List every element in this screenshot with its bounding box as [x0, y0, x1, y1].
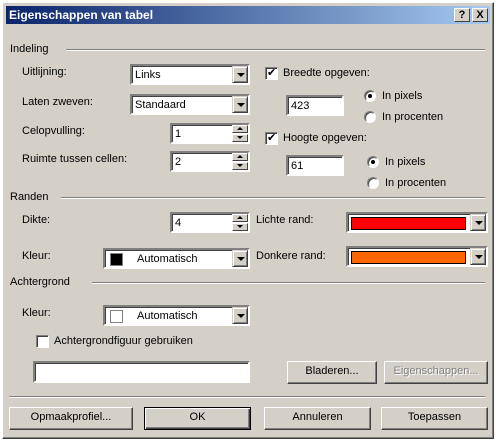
window-title: Eigenschappen van tabel [9, 8, 154, 22]
chevron-down-icon[interactable] [232, 250, 248, 267]
help-button[interactable]: ? [454, 8, 470, 22]
height-checkbox-label: Hoogte opgeven: [283, 132, 367, 144]
divider [9, 396, 485, 398]
divider [92, 282, 485, 284]
border-color-select[interactable]: Automatisch [103, 248, 250, 269]
height-pixels-label: In pixels [385, 156, 426, 168]
thickness-label: Dikte: [22, 214, 51, 226]
width-checkbox-label: Breedte opgeven: [283, 67, 370, 79]
width-percent-label: In procenten [382, 111, 444, 123]
color-swatch-icon [110, 310, 123, 323]
cell-spacing-spinner[interactable]: 2 [170, 151, 250, 172]
width-input[interactable]: 423 [286, 95, 344, 116]
thickness-spinner[interactable]: 4 [170, 212, 250, 233]
border-color-label: Kleur: [22, 250, 51, 262]
style-button[interactable]: Opmaakprofiel... [9, 407, 133, 430]
apply-button[interactable]: Toepassen [381, 407, 488, 430]
spinner-arrows-icon[interactable] [232, 214, 248, 231]
image-properties-button[interactable]: Eigenschappen... [384, 361, 488, 384]
width-checkbox[interactable] [265, 66, 278, 80]
light-border-swatch [351, 217, 466, 230]
width-percent-radio[interactable] [364, 111, 376, 123]
group-title-achtergrond: Achtergrond [10, 276, 70, 288]
background-color-value: Automatisch [137, 310, 198, 322]
cell-spacing-value: 2 [175, 156, 182, 168]
float-label: Laten zweven: [22, 96, 93, 108]
light-border-label: Lichte rand: [256, 214, 314, 226]
chevron-down-icon[interactable] [470, 248, 486, 265]
close-button[interactable]: X [472, 8, 488, 22]
alignment-label: Uitlijning: [22, 66, 67, 78]
width-pixels-radio[interactable] [364, 90, 376, 102]
cancel-button[interactable]: Annuleren [264, 407, 371, 430]
group-title-indeling: Indeling [10, 43, 49, 55]
height-value: 61 [291, 160, 304, 172]
group-title-randen: Randen [10, 191, 49, 203]
thickness-value: 4 [175, 217, 182, 229]
spinner-arrows-icon[interactable] [232, 153, 248, 170]
background-color-select[interactable]: Automatisch [103, 305, 250, 326]
height-percent-radio[interactable] [367, 177, 379, 189]
height-pixels-radio[interactable] [367, 156, 379, 168]
chevron-down-icon[interactable] [232, 96, 248, 113]
cell-spacing-label: Ruimte tussen cellen: [22, 153, 128, 165]
divider [61, 197, 485, 199]
dark-border-label: Donkere rand: [256, 250, 326, 262]
chevron-down-icon[interactable] [232, 307, 248, 324]
table-properties-dialog: Eigenschappen van tabel ? X Indeling Uit… [2, 2, 494, 439]
alignment-select[interactable]: Links [130, 64, 250, 85]
color-swatch-icon [110, 253, 123, 266]
divider [66, 49, 485, 51]
height-input[interactable]: 61 [286, 155, 344, 176]
background-image-label: Achtergrondfiguur gebruiken [54, 335, 193, 347]
ok-button[interactable]: OK [144, 407, 251, 430]
width-value: 423 [291, 100, 310, 112]
chevron-down-icon[interactable] [232, 66, 248, 83]
width-pixels-label: In pixels [382, 90, 423, 102]
dark-border-swatch [351, 251, 466, 264]
browse-button[interactable]: Bladeren... [287, 361, 377, 384]
cell-padding-spinner[interactable]: 1 [170, 123, 250, 144]
chevron-down-icon[interactable] [470, 214, 486, 231]
cell-padding-value: 1 [175, 128, 182, 140]
height-percent-label: In procenten [385, 177, 447, 189]
alignment-value: Links [135, 69, 161, 81]
background-image-path-input[interactable] [33, 361, 250, 383]
float-select[interactable]: Standaard [130, 94, 250, 115]
background-color-label: Kleur: [22, 307, 51, 319]
title-bar: Eigenschappen van tabel ? X [6, 6, 490, 24]
dark-border-color-select[interactable] [346, 246, 488, 267]
spinner-arrows-icon[interactable] [232, 125, 248, 142]
height-checkbox[interactable] [265, 131, 278, 145]
border-color-value: Automatisch [137, 253, 198, 265]
light-border-color-select[interactable] [346, 212, 488, 233]
float-value: Standaard [135, 99, 186, 111]
background-image-checkbox[interactable] [36, 335, 49, 348]
cell-padding-label: Celopvulling: [22, 125, 85, 137]
